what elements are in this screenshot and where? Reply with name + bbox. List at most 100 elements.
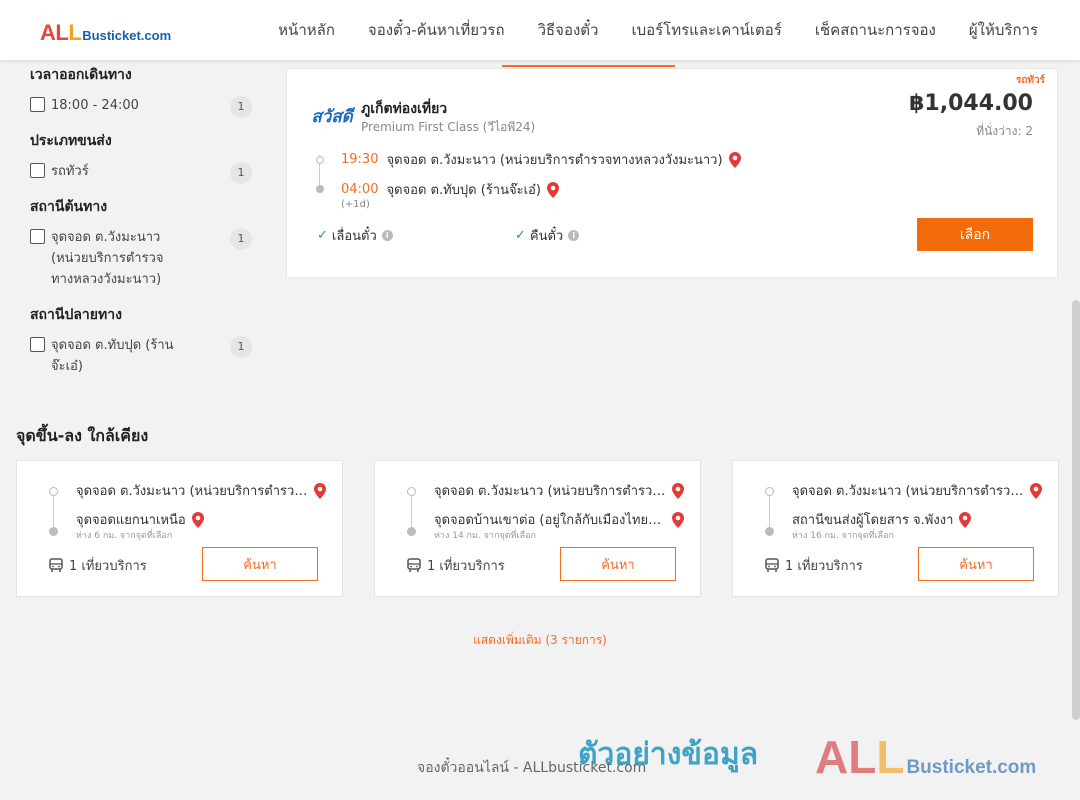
bus-class: Premium First Class (วีไอพี24) [361, 120, 536, 134]
departure-dot [316, 156, 324, 164]
map-pin-icon[interactable] [728, 151, 741, 168]
nearby-trips: 1 เที่ยวบริการ [407, 555, 505, 576]
filter-option-label: จุดจอด ต.วังมะนาว (หน่วยบริการตำรวจทางหล… [51, 230, 164, 287]
nearby-card: จุดจอด ต.วังมะนาว (หน่วยบริการตำรวจทางหล… [374, 460, 701, 597]
filter-option-label: จุดจอด ต.ทับปุด (ร้านจ๊ะเอ๋) [51, 338, 174, 374]
origin-dot [407, 487, 416, 496]
map-pin-icon[interactable] [314, 482, 326, 499]
filter-count-badge: 1 [230, 228, 252, 250]
nearby-trips-label: 1 เที่ยวบริการ [69, 559, 147, 574]
origin-dot [49, 487, 58, 496]
nearby-card: จุดจอด ต.วังมะนาว (หน่วยบริการตำรวจทางหล… [16, 460, 343, 597]
nearby-search-button[interactable]: ค้นหา [918, 547, 1034, 581]
nearby-card: จุดจอด ต.วังมะนาว (หน่วยบริการตำรวจทางหล… [732, 460, 1059, 597]
logo-all-text: ALL [40, 20, 82, 46]
check-icon: ✓ [317, 228, 328, 243]
departure-stop: 19:30 จุดจอด ต.วังมะนาว (หน่วยบริการตำรว… [341, 149, 741, 170]
filter-count-badge: 1 [230, 96, 252, 118]
info-icon[interactable]: i [381, 230, 393, 241]
nearby-origin-name: จุดจอด ต.วังมะนาว (หน่วยบริการตำรวจทางหล… [76, 484, 308, 499]
filter-checkbox[interactable] [30, 337, 45, 352]
nearby-section-title: จุดขึ้น-ลง ใกล้เคียง [16, 426, 149, 445]
nearby-origin: จุดจอด ต.วังมะนาว (หน่วยบริการตำรวจทางหล… [792, 480, 1042, 501]
watermark-logo-all: ALL [815, 730, 904, 784]
filter-option[interactable]: จุดจอด ต.วังมะนาว (หน่วยบริการตำรวจทางหล… [30, 227, 262, 290]
nav-how-to-book[interactable]: วิธีจองตั๋ว [538, 0, 599, 60]
watermark-logo-all-orange: L [876, 731, 905, 783]
filter-option-label: 18:00 - 24:00 [51, 98, 139, 113]
main-nav: หน้าหลัก จองตั๋ว-ค้นหาเที่ยวรถ วิธีจองตั… [245, 0, 1038, 60]
info-icon[interactable]: i [568, 230, 580, 241]
map-pin-icon[interactable] [191, 511, 204, 528]
nearby-search-button[interactable]: ค้นหา [560, 547, 676, 581]
filter-sidebar: เวลาออกเดินทาง 18:00 - 24:00 1 ประเภทขนส… [30, 64, 262, 391]
nearby-origin-name: จุดจอด ต.วังมะนาว (หน่วยบริการตำรวจทางหล… [792, 484, 1024, 499]
trip-result-card: รถทัวร์ สวัสดี ภูเก็ตท่องเที่ยว Premium … [286, 68, 1058, 278]
filter-option[interactable]: รถทัวร์ 1 [30, 161, 262, 184]
map-pin-icon[interactable] [672, 482, 684, 499]
nearby-trips: 1 เที่ยวบริการ [49, 555, 147, 576]
filter-group-departure-time: เวลาออกเดินทาง 18:00 - 24:00 1 [30, 64, 262, 118]
departure-stop-name: จุดจอด ต.วังมะนาว (หน่วยบริการตำรวจทางหล… [386, 153, 723, 168]
feature-refund: ✓ คืนตั๋ว i [515, 225, 580, 246]
filter-option[interactable]: 18:00 - 24:00 1 [30, 95, 262, 118]
departure-time: 19:30 [341, 152, 379, 167]
arrival-stop-name: จุดจอด ต.ทับปุด (ร้านจ๊ะเอ๋) [386, 183, 541, 198]
nav-operators[interactable]: ผู้ให้บริการ [969, 0, 1038, 60]
nearby-trips-label: 1 เที่ยวบริการ [427, 559, 505, 574]
logo-all-red: AL [40, 20, 69, 45]
nav-phone-counters[interactable]: เบอร์โทรและเคาน์เตอร์ [631, 0, 781, 60]
scrollbar-thumb[interactable] [1072, 300, 1080, 720]
arrival-stop: 04:00 จุดจอด ต.ทับปุด (ร้านจ๊ะเอ๋) [341, 179, 559, 200]
nearby-origin-name: จุดจอด ต.วังมะนาว (หน่วยบริการตำรวจทางหล… [434, 484, 666, 499]
filter-group-origin-station: สถานีต้นทาง จุดจอด ต.วังมะนาว (หน่วยบริก… [30, 196, 262, 290]
arrival-time: 04:00 [341, 182, 379, 197]
bus-icon [407, 558, 421, 572]
filter-count-badge: 1 [230, 162, 252, 184]
watermark-logo: ALL Busticket.com [815, 730, 1036, 784]
watermark-logo-busticket: Busticket.com [906, 757, 1037, 778]
nav-home[interactable]: หน้าหลัก [278, 0, 335, 60]
map-pin-icon[interactable] [672, 511, 684, 528]
nav-check-booking[interactable]: เช็คสถานะการจอง [815, 0, 936, 60]
site-logo[interactable]: ALL Busticket.com [40, 20, 171, 46]
filter-group-destination-station: สถานีปลายทาง จุดจอด ต.ทับปุด (ร้านจ๊ะเอ๋… [30, 304, 262, 377]
destination-dot [407, 527, 416, 536]
filter-checkbox[interactable] [30, 229, 45, 244]
watermark-text: ตัวอย่างข้อมูล [578, 737, 759, 772]
origin-dot [765, 487, 774, 496]
next-day-indicator: (+1d) [341, 199, 370, 210]
filter-group-transport-type: ประเภทขนส่ง รถทัวร์ 1 [30, 130, 262, 184]
map-pin-icon[interactable] [1030, 482, 1042, 499]
filter-option[interactable]: จุดจอด ต.ทับปุด (ร้านจ๊ะเอ๋) 1 [30, 335, 262, 377]
check-icon: ✓ [515, 228, 526, 243]
feature-reschedule-label: เลื่อนตั๋ว [331, 229, 377, 244]
destination-dot [49, 527, 58, 536]
filter-title: เวลาออกเดินทาง [30, 67, 132, 83]
nearby-distance: ห่าง 14 กม. จากจุดที่เลือก [434, 531, 536, 541]
bus-icon [765, 558, 779, 572]
ticket-price: ฿1,044.00 [909, 91, 1033, 116]
filter-count-badge: 1 [230, 336, 252, 358]
nearby-destination: จุดจอดแยกนาเหนือ [76, 509, 204, 530]
nearby-trips-label: 1 เที่ยวบริการ [785, 559, 863, 574]
nav-active-underline [502, 65, 675, 67]
bus-icon [49, 558, 63, 572]
nearby-search-button[interactable]: ค้นหา [202, 547, 318, 581]
nearby-distance: ห่าง 6 กม. จากจุดที่เลือก [76, 531, 173, 541]
filter-option-label: รถทัวร์ [51, 164, 89, 179]
filter-checkbox[interactable] [30, 163, 45, 178]
nearby-destination-name: สถานีขนส่งผู้โดยสาร จ.พังงา [792, 513, 954, 528]
filter-title: สถานีปลายทาง [30, 307, 122, 323]
nearby-destination: สถานีขนส่งผู้โดยสาร จ.พังงา [792, 509, 972, 530]
show-more-link[interactable]: แสดงเพิ่มเติม (3 รายการ) [0, 631, 1080, 650]
map-pin-icon[interactable] [959, 511, 972, 528]
nearby-trips: 1 เที่ยวบริการ [765, 555, 863, 576]
nearby-distance: ห่าง 16 กม. จากจุดที่เลือก [792, 531, 894, 541]
destination-dot [765, 527, 774, 536]
filter-checkbox[interactable] [30, 97, 45, 112]
nav-book-search[interactable]: จองตั๋ว-ค้นหาเที่ยวรถ [368, 0, 505, 60]
map-pin-icon[interactable] [546, 181, 559, 198]
watermark-logo-all-red: AL [815, 731, 877, 783]
select-trip-button[interactable]: เลือก [917, 218, 1033, 251]
